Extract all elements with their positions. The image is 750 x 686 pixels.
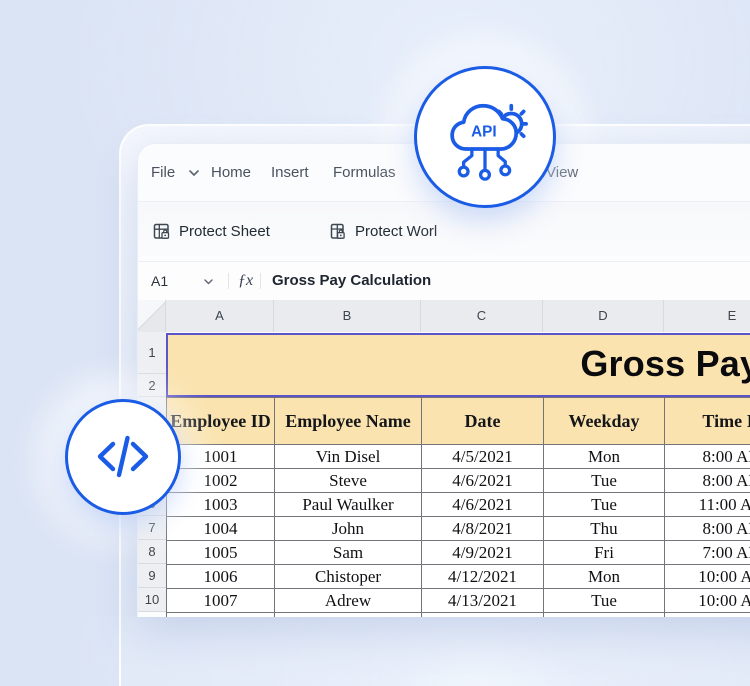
row-header-9[interactable]: 9 — [138, 564, 166, 588]
table-row-partial-cell[interactable] — [664, 612, 750, 617]
table-row-cell[interactable]: Fri — [543, 540, 665, 565]
table-row-partial-cell[interactable] — [166, 612, 275, 617]
sheet-title-text: Gross Pay Calculation — [580, 343, 750, 384]
table-header-cell[interactable]: Employee ID — [166, 397, 275, 445]
table-header-cell[interactable]: Date — [421, 397, 544, 445]
row-header-10[interactable]: 10 — [138, 588, 166, 612]
table-row-cell[interactable]: 7:00 AM — [664, 540, 750, 565]
table-row-cell[interactable]: 1007 — [166, 588, 275, 613]
table-row-cell[interactable]: Sam — [274, 540, 422, 565]
table-row-cell[interactable]: Mon — [543, 564, 665, 589]
sheet-grid: 12345678910 Gross Pay Calculation Employ… — [138, 144, 750, 617]
table-row-cell[interactable]: 4/6/2021 — [421, 468, 544, 493]
table-row-cell[interactable]: Tue — [543, 588, 665, 613]
row-header-2[interactable]: 2 — [138, 374, 166, 397]
table-row-cell[interactable]: 4/5/2021 — [421, 444, 544, 469]
row-header-1[interactable]: 1 — [138, 332, 166, 374]
merged-title-cell[interactable]: Gross Pay Calculation — [166, 333, 750, 397]
table-header-cell[interactable]: Time In — [664, 397, 750, 445]
table-row-cell[interactable]: 1006 — [166, 564, 275, 589]
page-background: { "page": { "accent_blue": "#1A5CE5", "b… — [0, 0, 750, 686]
table-row-cell[interactable]: 8:00 AM — [664, 468, 750, 493]
row-header-7[interactable]: 7 — [138, 516, 166, 540]
table-row-cell[interactable]: 1002 — [166, 468, 275, 493]
table-row-cell[interactable]: 1001 — [166, 444, 275, 469]
table-row-cell[interactable]: John — [274, 516, 422, 541]
table-row-cell[interactable]: 8:00 AM — [664, 516, 750, 541]
table-row-cell[interactable]: 4/13/2021 — [421, 588, 544, 613]
table-row-cell[interactable]: 4/6/2021 — [421, 492, 544, 517]
table-row-cell[interactable]: Vin Disel — [274, 444, 422, 469]
api-icon-label: API — [471, 123, 497, 140]
table-row-cell[interactable]: 4/12/2021 — [421, 564, 544, 589]
spreadsheet-app-window: File Home Insert Formulas View Protect S… — [137, 143, 750, 617]
table-header-cell[interactable]: Weekday — [543, 397, 665, 445]
table-row-cell[interactable]: Tue — [543, 468, 665, 493]
table-row-cell[interactable]: Thu — [543, 516, 665, 541]
table-row-cell[interactable]: Steve — [274, 468, 422, 493]
row-header-8[interactable]: 8 — [138, 540, 166, 564]
table-header-cell[interactable]: Employee Name — [274, 397, 422, 445]
code-brackets-icon — [97, 435, 149, 478]
table-row-cell[interactable]: 11:00 AM — [664, 492, 750, 517]
table-row-cell[interactable]: Paul Waulker — [274, 492, 422, 517]
table-row-cell[interactable]: Chistoper — [274, 564, 422, 589]
table-row-partial-cell[interactable] — [274, 612, 422, 617]
table-row-cell[interactable]: 10:00 AM — [664, 564, 750, 589]
table-row-cell[interactable]: 8:00 AM — [664, 444, 750, 469]
table-row-partial-cell[interactable] — [421, 612, 544, 617]
table-row-cell[interactable]: Mon — [543, 444, 665, 469]
table-row-cell[interactable]: Adrew — [274, 588, 422, 613]
api-cloud-gear-icon: API — [450, 103, 528, 181]
table-row-cell[interactable]: Tue — [543, 492, 665, 517]
table-row-cell[interactable]: 1004 — [166, 516, 275, 541]
api-badge-circle: API — [414, 66, 556, 208]
table-row-cell[interactable]: 1005 — [166, 540, 275, 565]
code-badge-circle — [65, 399, 181, 515]
table-row-partial-cell[interactable] — [543, 612, 665, 617]
table-row-cell[interactable]: 4/9/2021 — [421, 540, 544, 565]
table-row-cell[interactable]: 1003 — [166, 492, 275, 517]
table-row-cell[interactable]: 10:00 AM — [664, 588, 750, 613]
table-row-cell[interactable]: 4/8/2021 — [421, 516, 544, 541]
